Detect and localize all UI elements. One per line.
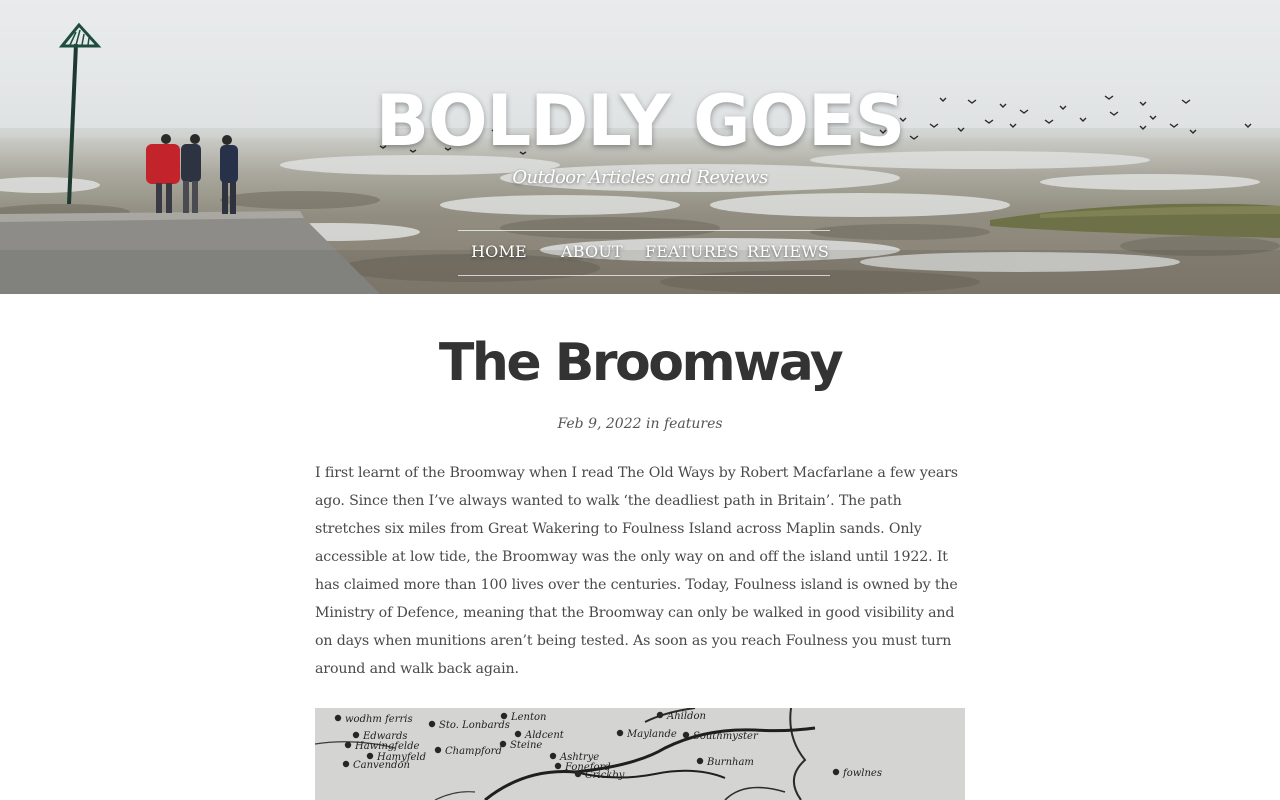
nav-item-reviews[interactable]: REVIEWS [747, 241, 829, 263]
map-label: Burnham [706, 757, 754, 768]
site-title[interactable]: BOLDLY GOES [0, 78, 1280, 164]
map-town-marker [344, 741, 352, 749]
map-town-marker [352, 731, 360, 739]
map-label: Canvendon [353, 760, 410, 771]
post-title: The Broomway [438, 333, 844, 393]
map-town-marker [549, 752, 557, 760]
map-label: Steine [510, 740, 542, 751]
post-body-paragraph: I first learnt of the Broomway when I re… [315, 465, 958, 677]
map-label: Lenton [510, 712, 546, 723]
post-date: Feb 9, 2022 [557, 416, 642, 432]
map-town-marker [696, 757, 704, 765]
post-meta-in: in [645, 416, 660, 432]
map-town-marker [616, 729, 624, 737]
map-label: Hawingfelde [354, 741, 420, 752]
map-town-marker [434, 746, 442, 754]
map-label: fowlnes [842, 768, 882, 779]
map-town-marker [342, 760, 350, 768]
map-town-marker [514, 730, 522, 738]
site-tagline: Outdoor Articles and Reviews [512, 167, 768, 188]
nav-item-about[interactable]: ABOUT [561, 241, 623, 263]
post-category-link[interactable]: features [664, 416, 723, 432]
map-label: Ahildon [666, 711, 706, 722]
main-navigation: HOME ABOUT FEATURES REVIEWS [458, 230, 830, 276]
post-meta: Feb 9, 2022 in features [0, 414, 1280, 434]
map-label: Southmyster [693, 731, 759, 742]
map-town-marker [682, 731, 690, 739]
map-town-marker [334, 714, 342, 722]
historic-map-image: wodhm ferris Edwards Hawingfelde Hamyfeld Ca… [315, 708, 965, 800]
map-label: Maylande [626, 729, 677, 740]
map-label: Sto. Lonbards [439, 720, 510, 731]
map-label: wodhm ferris [345, 714, 413, 725]
map-label: Champford [445, 746, 502, 757]
nav-item-features[interactable]: FEATURES [645, 241, 739, 263]
map-town-marker [366, 752, 374, 760]
map-town-marker [656, 711, 664, 719]
map-town-marker [554, 762, 562, 770]
map-town-marker [428, 720, 436, 728]
map-town-marker [832, 768, 840, 776]
hero-header: BOLDLY GOES Outdoor Articles and Reviews… [0, 0, 1280, 294]
map-label: Crickby [585, 770, 625, 781]
map-town-marker [500, 712, 508, 720]
map-label: Ashtrye [559, 752, 599, 763]
nav-item-home[interactable]: HOME [471, 241, 527, 263]
